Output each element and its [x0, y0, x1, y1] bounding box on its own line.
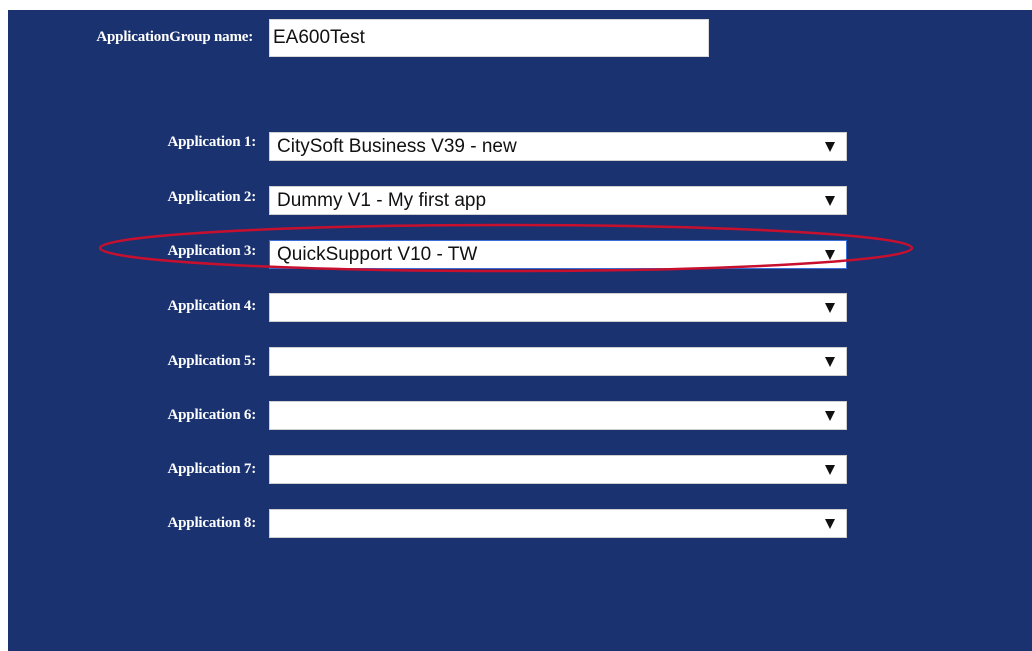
application-label-8: Application 8: [167, 515, 257, 531]
dropdown-arrow-icon [825, 357, 835, 367]
application-label-2: Application 2: [167, 189, 257, 205]
application-select-4[interactable] [269, 293, 847, 322]
application-label-3: Application 3: [167, 243, 257, 259]
application-select-value: CitySoft Business V39 - new [277, 136, 517, 157]
application-label-5: Application 5: [167, 353, 257, 369]
dropdown-arrow-icon [825, 303, 835, 313]
application-label-1: Application 1: [167, 134, 257, 150]
dropdown-arrow-icon [825, 142, 835, 152]
dropdown-arrow-icon [825, 519, 835, 529]
application-select-6[interactable] [269, 401, 847, 430]
application-select-2[interactable]: Dummy V1 - My first app [269, 186, 847, 215]
form-panel [8, 0, 1032, 651]
application-select-value: QuickSupport V10 - TW [277, 244, 478, 265]
top-strip [0, 0, 1032, 10]
application-label-7: Application 7: [167, 461, 257, 477]
application-select-8[interactable] [269, 509, 847, 538]
application-label-4: Application 4: [167, 298, 257, 314]
application-select-value: Dummy V1 - My first app [277, 190, 487, 211]
application-select-7[interactable] [269, 455, 847, 484]
application-select-1[interactable]: CitySoft Business V39 - new [269, 132, 847, 161]
dropdown-arrow-icon [825, 411, 835, 421]
dropdown-arrow-icon [825, 196, 835, 206]
dropdown-arrow-icon [825, 250, 835, 260]
group-name-label: ApplicationGroup name: [96, 29, 253, 45]
group-name-input[interactable] [269, 19, 709, 57]
application-select-5[interactable] [269, 347, 847, 376]
application-label-6: Application 6: [167, 407, 257, 423]
application-select-3[interactable]: QuickSupport V10 - TW [269, 240, 847, 269]
dropdown-arrow-icon [825, 465, 835, 475]
